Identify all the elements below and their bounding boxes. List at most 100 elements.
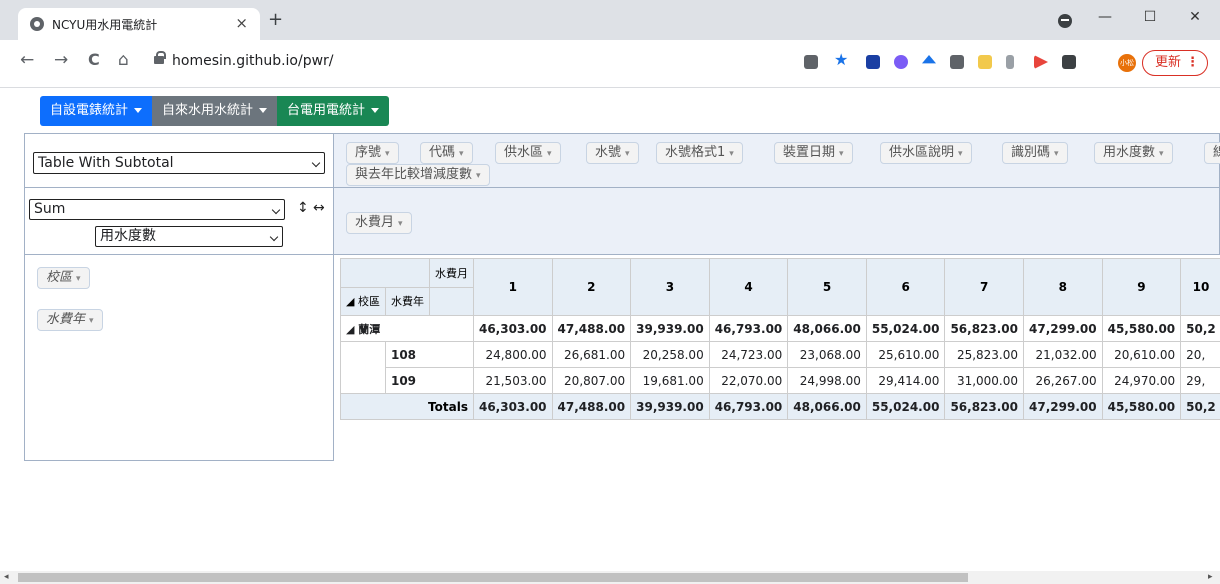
value-cell: 20,610.00 bbox=[1101, 341, 1182, 368]
field-pill-線[interactable]: 線 bbox=[1204, 142, 1220, 164]
field-pill-水費月[interactable]: 水費月 ▾ bbox=[346, 212, 412, 234]
total-cell: 56,823.00 bbox=[944, 393, 1025, 420]
table-corner bbox=[340, 258, 430, 288]
menu-label: 自來水用水統計 bbox=[162, 103, 254, 118]
star-icon[interactable]: ★ bbox=[834, 50, 848, 69]
extension-icon-5[interactable] bbox=[978, 55, 992, 69]
renderer-select[interactable]: Table With Subtotal bbox=[33, 152, 325, 174]
value-cell: 19,681.00 bbox=[630, 367, 710, 394]
chevron-down-icon bbox=[269, 232, 279, 242]
reload-icon[interactable]: C bbox=[88, 50, 100, 69]
browser-tab[interactable]: NCYU用水用電統計 × bbox=[18, 8, 260, 40]
value-cell: 48,066.00 bbox=[787, 315, 867, 342]
row-attr-label[interactable]: ◢ 校區 bbox=[340, 286, 386, 316]
extension-icon-2[interactable] bbox=[894, 55, 908, 69]
aggregator-select[interactable]: Sum bbox=[29, 199, 285, 220]
new-tab-button[interactable]: + bbox=[268, 11, 283, 29]
field-pill-序號[interactable]: 序號 ▾ bbox=[346, 142, 399, 164]
col-header: 9 bbox=[1101, 258, 1182, 316]
table-row: 108 24,800.00 26,681.00 20,258.00 24,723… bbox=[340, 341, 1220, 368]
value-cell: 26,681.00 bbox=[551, 341, 632, 368]
col-header: 3 bbox=[630, 258, 710, 316]
indent-cell bbox=[340, 367, 386, 394]
value-cell: 47,488.00 bbox=[551, 315, 632, 342]
update-label: 更新 bbox=[1155, 55, 1182, 70]
field-pill-用水度數[interactable]: 用水度數 ▾ bbox=[1094, 142, 1173, 164]
menu-button-water[interactable]: 自來水用水統計 bbox=[152, 96, 278, 126]
extension-icon-3[interactable] bbox=[922, 55, 936, 64]
puzzle-icon[interactable] bbox=[1062, 55, 1076, 69]
value-cell: 22,070.00 bbox=[708, 367, 789, 394]
maximize-button[interactable]: ☐ bbox=[1135, 6, 1165, 28]
tab-close-icon[interactable]: × bbox=[235, 14, 248, 32]
value-cell: 24,970.00 bbox=[1101, 367, 1182, 394]
address-bar[interactable]: homesin.github.io/pwr/ bbox=[144, 48, 400, 76]
col-sort-icon[interactable]: ↔ bbox=[313, 200, 325, 216]
chevron-down-icon bbox=[311, 158, 321, 168]
aggregator-attribute-value: 用水度數 bbox=[100, 228, 156, 244]
row-label: 108 bbox=[384, 341, 474, 368]
table-row: ◢ 蘭潭 46,303.00 47,488.00 39,939.00 46,79… bbox=[340, 315, 1220, 342]
aggregator-value: Sum bbox=[34, 201, 66, 217]
col-header: 7 bbox=[944, 258, 1025, 316]
field-pill-供水區[interactable]: 供水區 ▾ bbox=[495, 142, 561, 164]
translate-icon[interactable] bbox=[804, 55, 818, 69]
field-pill-水費年[interactable]: 水費年 ▾ bbox=[37, 309, 103, 331]
extension-icon-6[interactable] bbox=[1034, 55, 1048, 69]
home-icon[interactable]: ⌂ bbox=[118, 50, 129, 70]
totals-label: Totals bbox=[340, 393, 474, 420]
update-button[interactable]: 更新 ⋮ bbox=[1142, 50, 1208, 76]
close-window-button[interactable]: ✕ bbox=[1180, 6, 1210, 28]
value-cell: 46,793.00 bbox=[708, 315, 789, 342]
caret-down-icon bbox=[134, 108, 143, 113]
value-cell: 20,807.00 bbox=[551, 367, 632, 394]
row-sort-icon[interactable]: ↕ bbox=[297, 200, 309, 216]
chevron-down-icon bbox=[271, 205, 281, 215]
url-text[interactable]: homesin.github.io/pwr/ bbox=[172, 53, 334, 69]
scrollbar-thumb[interactable] bbox=[18, 573, 968, 582]
value-cell: 23,068.00 bbox=[787, 341, 867, 368]
aggregator-attribute-select[interactable]: 用水度數 bbox=[95, 226, 283, 247]
browser-toolbar: ← → C ⌂ homesin.github.io/pwr/ ★ 小松 更新 ⋮ bbox=[0, 40, 1220, 88]
menu-button-power[interactable]: 台電用電統計 bbox=[277, 96, 390, 126]
scroll-left-icon[interactable]: ◂ bbox=[4, 571, 9, 584]
col-header: 1 bbox=[472, 258, 553, 316]
total-cell: 46,793.00 bbox=[708, 393, 789, 420]
field-pill-識別碼[interactable]: 識別碼 ▾ bbox=[1002, 142, 1068, 164]
col-header: 5 bbox=[787, 258, 867, 316]
menu-label: 自設電錶統計 bbox=[50, 103, 129, 118]
value-cell: 29,414.00 bbox=[865, 367, 946, 394]
field-pill-與去年比較增減度數[interactable]: 與去年比較增減度數 ▾ bbox=[346, 164, 490, 186]
extension-icon-1[interactable] bbox=[866, 55, 880, 69]
total-cell: 48,066.00 bbox=[787, 393, 867, 420]
field-pill-水號格式1[interactable]: 水號格式1 ▾ bbox=[656, 142, 743, 164]
value-cell: 20,258.00 bbox=[630, 341, 710, 368]
scroll-right-icon[interactable]: ▸ bbox=[1208, 571, 1213, 584]
download-icon[interactable] bbox=[1006, 55, 1014, 69]
value-cell: 50,2 bbox=[1180, 315, 1220, 342]
total-cell: 50,2 bbox=[1180, 393, 1220, 420]
field-pill-水號[interactable]: 水號 ▾ bbox=[586, 142, 639, 164]
avatar[interactable]: 小松 bbox=[1118, 54, 1136, 72]
group-label[interactable]: ◢ 蘭潭 bbox=[340, 315, 474, 342]
back-icon[interactable]: ← bbox=[20, 50, 34, 70]
value-cell: 20, bbox=[1180, 341, 1220, 368]
value-cell: 45,580.00 bbox=[1101, 315, 1182, 342]
minimize-button[interactable]: — bbox=[1090, 6, 1120, 28]
extension-icon-4[interactable] bbox=[950, 55, 964, 69]
caret-down-icon bbox=[259, 108, 268, 113]
total-cell: 45,580.00 bbox=[1101, 393, 1182, 420]
table-row: 109 21,503.00 20,807.00 19,681.00 22,070… bbox=[340, 367, 1220, 394]
field-pill-校區[interactable]: 校區 ▾ bbox=[37, 267, 90, 289]
field-pill-裝置日期[interactable]: 裝置日期 ▾ bbox=[774, 142, 853, 164]
value-cell: 26,267.00 bbox=[1023, 367, 1103, 394]
lock-icon bbox=[154, 51, 166, 64]
aggregator-cell: Sum ↕ ↔ 用水度數 bbox=[24, 187, 334, 255]
field-pill-供水區說明[interactable]: 供水區說明 ▾ bbox=[880, 142, 972, 164]
forward-icon[interactable]: → bbox=[54, 50, 68, 70]
field-pill-代碼[interactable]: 代碼 ▾ bbox=[420, 142, 473, 164]
profile-icon[interactable] bbox=[1058, 14, 1072, 28]
col-attr-label: 水費月 bbox=[428, 258, 474, 288]
horizontal-scrollbar[interactable]: ◂ ▸ bbox=[0, 571, 1220, 584]
menu-button-meter[interactable]: 自設電錶統計 bbox=[40, 96, 153, 126]
